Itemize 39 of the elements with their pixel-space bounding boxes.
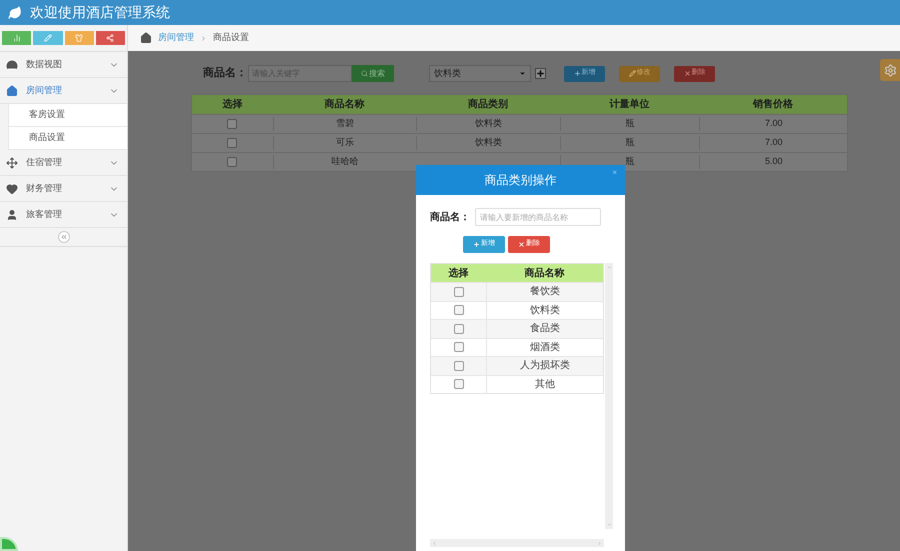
close-button[interactable]: × — [612, 167, 617, 179]
table-cell: 5.00 — [699, 155, 847, 169]
select-value: 饮料类 — [434, 66, 461, 80]
sidebar-item[interactable]: 旅客管理 — [0, 202, 127, 228]
submenu-item[interactable]: 客房设置 — [8, 104, 127, 127]
field-label: 商品名： — [430, 210, 471, 224]
sidebar-label: 数据视图 — [26, 58, 63, 71]
sidebar-item[interactable]: 数据视图 — [0, 52, 127, 78]
sidebar-label: 财务管理 — [26, 182, 63, 195]
table-cell: 可乐 — [272, 136, 416, 150]
table-cell: 其他 — [486, 376, 603, 393]
column-header: 商品名称 — [324, 97, 366, 112]
column-header: 选择 — [448, 266, 470, 280]
category-select[interactable]: 饮料类 — [429, 65, 531, 82]
submenu-item[interactable]: 商品设置 — [8, 127, 127, 150]
search-button[interactable]: 搜索 — [352, 65, 394, 82]
field-label: 商品名： — [203, 66, 248, 82]
column-header: 销售价格 — [752, 98, 794, 112]
table-cell: 瓶 — [560, 136, 700, 150]
column-header: 商品类别 — [467, 97, 510, 112]
table-cell: 7.00 — [699, 117, 847, 131]
sidebar-label: 旅客管理 — [26, 208, 63, 221]
table-cell: 饮料类 — [416, 136, 560, 150]
dialog-title: 商品类别操作 — [484, 172, 556, 189]
breadcrumb-item[interactable]: 房间管理 — [158, 31, 194, 45]
table-cell: 雪碧 — [272, 117, 416, 131]
table-cell: 7.00 — [699, 136, 847, 150]
table-cell: 瓶 — [560, 117, 700, 131]
column-header: 计量单位 — [608, 98, 651, 112]
name-field[interactable]: 请输入要新增的商品名称 — [475, 208, 601, 226]
sidebar-item[interactable]: 财务管理 — [0, 176, 127, 202]
sidebar-label: 房间管理 — [26, 84, 63, 97]
table-cell: 饮料类 — [416, 117, 560, 131]
sidebar-item[interactable]: 住宿管理 — [0, 150, 127, 176]
sidebar-label: 住宿管理 — [26, 156, 63, 169]
app-title: 欢迎使用酒店管理系统 — [30, 3, 170, 22]
column-header: 商品名称 — [524, 266, 566, 280]
column-header: 选择 — [221, 98, 244, 112]
breadcrumb-item: 商品设置 — [213, 31, 249, 44]
